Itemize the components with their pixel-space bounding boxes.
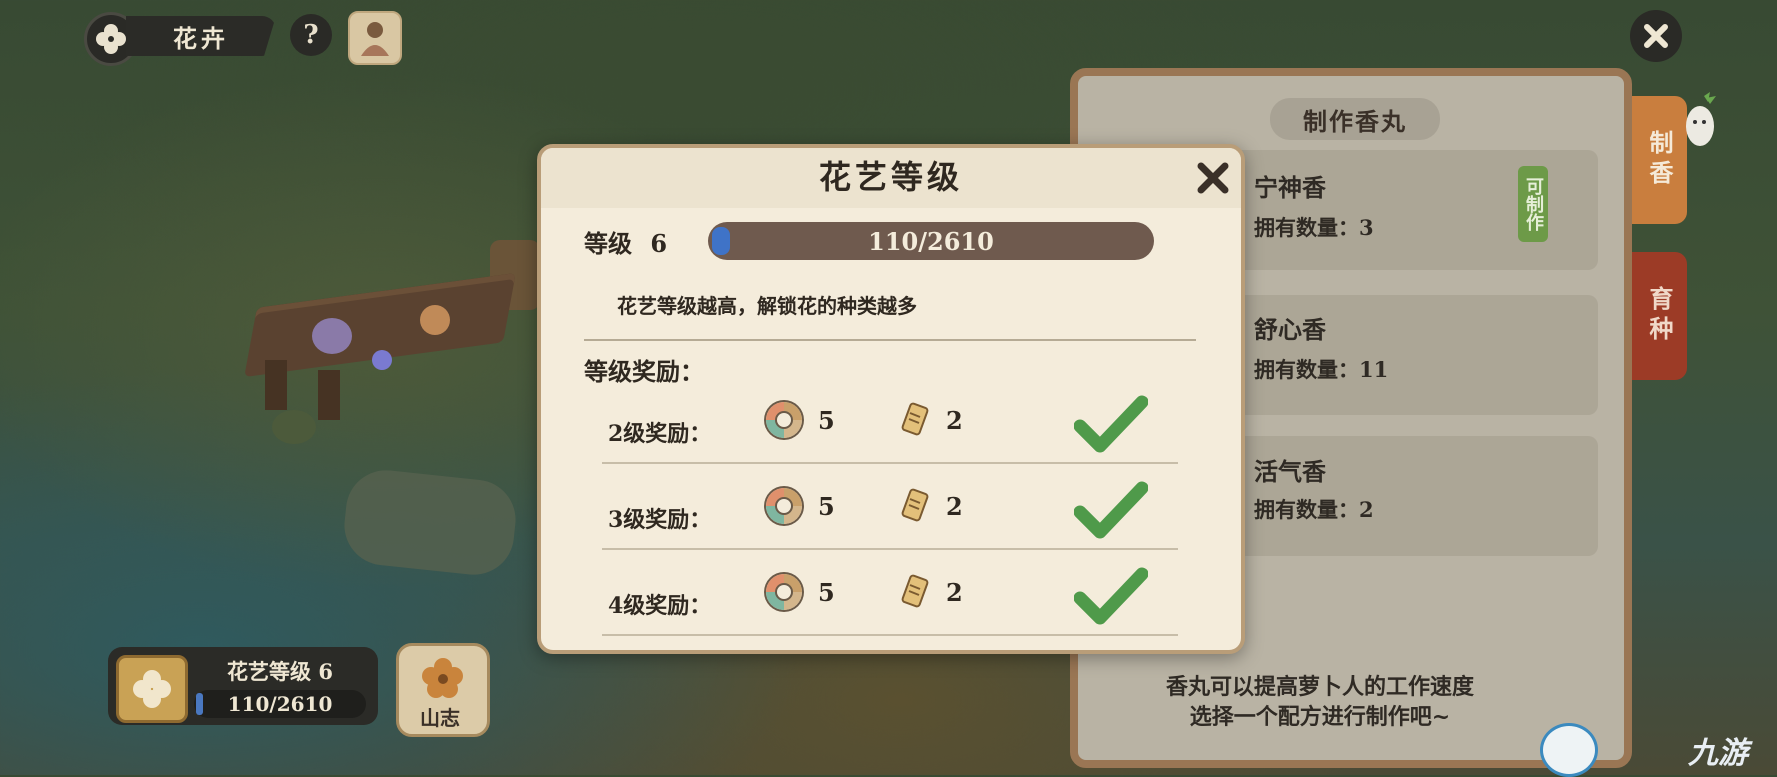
scenery-pot xyxy=(272,410,316,444)
watermark-text: 九游 xyxy=(1688,736,1748,771)
reward-divider xyxy=(602,462,1178,464)
scenery-bench-leg xyxy=(265,360,287,410)
level-text: 等级 xyxy=(584,229,632,258)
scroll-count: 2 xyxy=(946,406,963,435)
flower-icon xyxy=(133,670,171,708)
recipe-name: 宁神香 xyxy=(1254,173,1326,202)
scenery-rock xyxy=(340,466,520,579)
scenery-flower xyxy=(420,305,450,335)
rewards-header: 等级奖励： xyxy=(584,357,704,386)
claimed-check-icon xyxy=(1074,567,1148,625)
flower-icon xyxy=(96,24,126,54)
level-label: 等级 6 xyxy=(584,224,667,259)
scroll-count: 2 xyxy=(946,492,963,521)
scenery-flower xyxy=(312,318,352,354)
claimed-check-icon xyxy=(1074,395,1148,453)
reward-divider xyxy=(602,634,1178,636)
section-label: 花卉 xyxy=(126,16,276,56)
xp-progress-fill xyxy=(712,227,730,255)
coin-count: 5 xyxy=(818,492,835,521)
jade-coin-icon xyxy=(766,402,802,438)
divider xyxy=(584,339,1196,341)
reward-divider xyxy=(602,548,1178,550)
jade-coin-icon xyxy=(766,488,802,524)
tab-breeding[interactable]: 育种 xyxy=(1632,252,1687,380)
incense-panel-title: 制作香丸 xyxy=(1270,98,1440,140)
scroll-icon xyxy=(901,574,929,608)
reward-level-label: 4级奖励： xyxy=(608,593,712,619)
flower-level-xp-fill xyxy=(196,693,203,715)
can-make-badge: 可制作 xyxy=(1518,166,1548,242)
scenery-flower xyxy=(372,350,392,370)
watermark-logo xyxy=(1540,723,1598,777)
scroll-icon xyxy=(901,402,929,436)
scroll-count: 2 xyxy=(946,578,963,607)
help-icon: ? xyxy=(303,20,319,50)
xp-progress-bar: 110/2610 xyxy=(708,222,1154,260)
flower-level-xp-bar: 110/2610 xyxy=(194,690,366,718)
modal-close-icon[interactable] xyxy=(1193,158,1233,198)
close-icon xyxy=(1644,24,1668,48)
scenery-bench-leg xyxy=(318,370,340,420)
incense-tip: 香丸可以提高萝卜人的工作速度 选择一个配方进行制作吧~ xyxy=(1110,672,1530,732)
recipe-count: 拥有数量：3 xyxy=(1254,215,1374,240)
recipe-count: 拥有数量：11 xyxy=(1254,357,1389,382)
character-avatar-button[interactable] xyxy=(348,11,402,65)
flower-level-icon xyxy=(116,655,188,723)
level-description: 花艺等级越高，解锁花的种类越多 xyxy=(617,294,917,318)
journal-label: 山志 xyxy=(420,706,460,730)
character-avatar-icon xyxy=(361,22,389,56)
scroll-icon xyxy=(901,488,929,522)
help-button[interactable]: ? xyxy=(290,14,332,56)
incense-tip-line: 选择一个配方进行制作吧~ xyxy=(1189,704,1451,730)
flower-level-title: 花艺等级 6 xyxy=(227,659,333,684)
incense-tip-line: 香丸可以提高萝卜人的工作速度 xyxy=(1165,674,1474,700)
recipe-count: 拥有数量：2 xyxy=(1254,497,1374,522)
coin-count: 5 xyxy=(818,578,835,607)
journal-flower-icon xyxy=(422,658,463,698)
reward-level-label: 2级奖励： xyxy=(608,421,712,447)
modal-title: 花艺等级 xyxy=(818,158,963,196)
recipe-name: 舒心香 xyxy=(1254,315,1326,344)
jade-coin-icon xyxy=(766,574,802,610)
close-screen-button[interactable] xyxy=(1630,10,1682,62)
level-value: 6 xyxy=(650,229,668,258)
radish-mascot-icon xyxy=(1686,92,1716,146)
claimed-check-icon xyxy=(1074,481,1148,539)
reward-level-label: 3级奖励： xyxy=(608,507,712,533)
coin-count: 5 xyxy=(818,406,835,435)
recipe-name: 活气香 xyxy=(1254,457,1326,486)
